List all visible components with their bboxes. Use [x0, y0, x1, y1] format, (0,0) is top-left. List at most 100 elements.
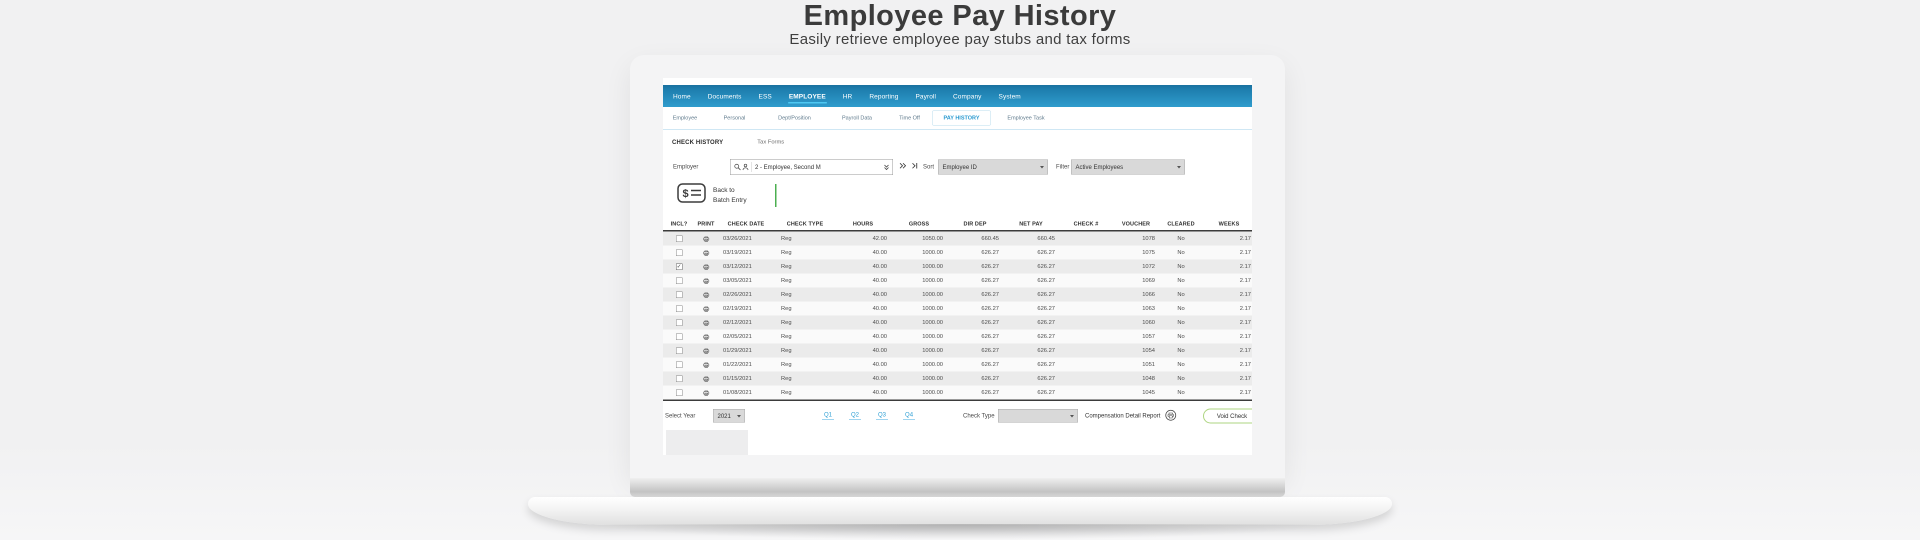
- table-row: 03/05/2021Reg40.001000.00626.27626.27106…: [663, 274, 1252, 288]
- cell-cleared: No: [1159, 264, 1203, 270]
- subtab-tax-forms[interactable]: Tax Forms: [757, 139, 784, 145]
- nav-item-home[interactable]: Home: [673, 92, 691, 100]
- table-row: 01/22/2021Reg40.001000.00626.27626.27105…: [663, 358, 1252, 372]
- table-row: 03/19/2021Reg40.001000.00626.27626.27107…: [663, 246, 1252, 260]
- column-header-incl-: INCL?: [663, 221, 695, 227]
- printer-icon[interactable]: [702, 291, 710, 299]
- cell-net-pay: 626.27: [1003, 250, 1059, 256]
- printer-icon[interactable]: [702, 277, 710, 285]
- include-checkbox[interactable]: [676, 249, 683, 256]
- cell-check-type: Reg: [775, 306, 835, 312]
- cell-check-type: Reg: [775, 320, 835, 326]
- tab-time-off[interactable]: Time Off: [887, 115, 932, 121]
- include-checkbox[interactable]: ✓: [676, 263, 683, 270]
- cell-cleared: No: [1159, 250, 1203, 256]
- include-checkbox[interactable]: [676, 305, 683, 312]
- tab-dept-position[interactable]: Dept/Position: [762, 115, 827, 121]
- void-check-label: Void Check: [1217, 413, 1247, 420]
- cell-dir-dep: 626.27: [947, 376, 1003, 382]
- printer-icon[interactable]: [702, 305, 710, 313]
- check-type-dropdown[interactable]: [998, 409, 1078, 423]
- quarter-link-q4[interactable]: Q4: [903, 411, 915, 420]
- include-checkbox[interactable]: [676, 277, 683, 284]
- void-check-button[interactable]: Void Check: [1203, 409, 1252, 424]
- include-checkbox[interactable]: [676, 291, 683, 298]
- table-bottom-rule: [663, 400, 1252, 402]
- cell-voucher: 1063: [1113, 306, 1159, 312]
- quarter-link-q1[interactable]: Q1: [822, 411, 834, 420]
- subtab-check-history[interactable]: CHECK HISTORY: [672, 139, 723, 146]
- nav-bar: Home Documents ESS EMPLOYEE HR Reporting Payro…: [663, 85, 1252, 107]
- year-dropdown[interactable]: 2021: [713, 409, 745, 423]
- cell-gross: 1000.00: [891, 362, 947, 368]
- printer-icon[interactable]: [702, 235, 710, 243]
- include-checkbox[interactable]: [676, 375, 683, 382]
- tab-payroll-data[interactable]: Payroll Data: [827, 115, 887, 121]
- printer-icon[interactable]: [702, 249, 710, 257]
- nav-item-system[interactable]: System: [999, 92, 1021, 100]
- printer-circle-icon[interactable]: [1165, 410, 1177, 424]
- cell-net-pay: 626.27: [1003, 376, 1059, 382]
- cell-hours: 40.00: [835, 250, 891, 256]
- quarter-links: Q1 Q2 Q3 Q4: [822, 411, 915, 420]
- cell-hours: 42.00: [835, 236, 891, 242]
- double-chevron-icon[interactable]: [884, 163, 890, 171]
- printer-icon[interactable]: [702, 347, 710, 355]
- quarter-link-q2[interactable]: Q2: [849, 411, 861, 420]
- cell-check-date: 03/05/2021: [717, 278, 775, 284]
- tab-employee[interactable]: Employee: [663, 115, 707, 121]
- include-checkbox[interactable]: [676, 389, 683, 396]
- cell-hours: 40.00: [835, 320, 891, 326]
- cell-voucher: 1069: [1113, 278, 1159, 284]
- cell-cleared: No: [1159, 292, 1203, 298]
- column-header-net-pay: NET PAY: [1003, 221, 1059, 227]
- cell-net-pay: 626.27: [1003, 306, 1059, 312]
- cell-check-date: 01/15/2021: [717, 376, 775, 382]
- nav-item-company[interactable]: Company: [953, 92, 982, 100]
- app-window: Home Documents ESS EMPLOYEE HR Reporting Payro…: [663, 78, 1252, 455]
- fast-forward-icon[interactable]: [899, 162, 907, 170]
- nav-item-payroll[interactable]: Payroll: [915, 92, 936, 100]
- person-icon[interactable]: [742, 163, 750, 171]
- cell-net-pay: 626.27: [1003, 292, 1059, 298]
- include-checkbox[interactable]: [676, 235, 683, 242]
- laptop-reflection: [590, 524, 1330, 540]
- printer-icon[interactable]: [702, 389, 710, 397]
- column-header-check-: CHECK #: [1059, 221, 1113, 227]
- tab-pay-history[interactable]: PAY HISTORY: [932, 111, 991, 126]
- tab-personal[interactable]: Personal: [707, 115, 762, 121]
- printer-icon[interactable]: [702, 361, 710, 369]
- sort-dropdown[interactable]: Employee ID: [938, 160, 1048, 175]
- select-year-label: Select Year: [665, 412, 695, 419]
- printer-icon[interactable]: [702, 333, 710, 341]
- search-icon[interactable]: [734, 163, 742, 171]
- cell-check-type: Reg: [775, 250, 835, 256]
- nav-item-employee[interactable]: EMPLOYEE: [789, 92, 826, 100]
- back-to-batch-entry-button[interactable]: $ Back toBatch Entry: [677, 182, 747, 208]
- nav-item-hr[interactable]: HR: [843, 92, 853, 100]
- employer-label: Employer: [673, 163, 698, 170]
- cell-net-pay: 626.27: [1003, 334, 1059, 340]
- filter-dropdown[interactable]: Active Employees: [1071, 160, 1185, 175]
- nav-item-reporting[interactable]: Reporting: [869, 92, 898, 100]
- compensation-detail-report-link[interactable]: Compensation Detail Report: [1085, 412, 1160, 419]
- cell-gross: 1000.00: [891, 278, 947, 284]
- cell-net-pay: 626.27: [1003, 264, 1059, 270]
- printer-icon[interactable]: [702, 319, 710, 327]
- svg-text:$: $: [683, 188, 689, 200]
- cell-hours: 40.00: [835, 390, 891, 396]
- last-record-icon[interactable]: [912, 162, 920, 170]
- include-checkbox[interactable]: [676, 333, 683, 340]
- include-checkbox[interactable]: [676, 361, 683, 368]
- quarter-link-q3[interactable]: Q3: [876, 411, 888, 420]
- tab-employee-task[interactable]: Employee Task: [991, 115, 1061, 121]
- cell-weeks: 2.17: [1203, 334, 1252, 340]
- employer-input[interactable]: 2 - Employee, Second M: [730, 159, 893, 175]
- printer-icon[interactable]: [702, 375, 710, 383]
- include-checkbox[interactable]: [676, 319, 683, 326]
- printer-icon[interactable]: [702, 263, 710, 271]
- nav-item-ess[interactable]: ESS: [759, 92, 772, 100]
- include-checkbox[interactable]: [676, 347, 683, 354]
- nav-item-documents[interactable]: Documents: [708, 92, 742, 100]
- subtab-bar: CHECK HISTORY Tax Forms: [672, 136, 784, 148]
